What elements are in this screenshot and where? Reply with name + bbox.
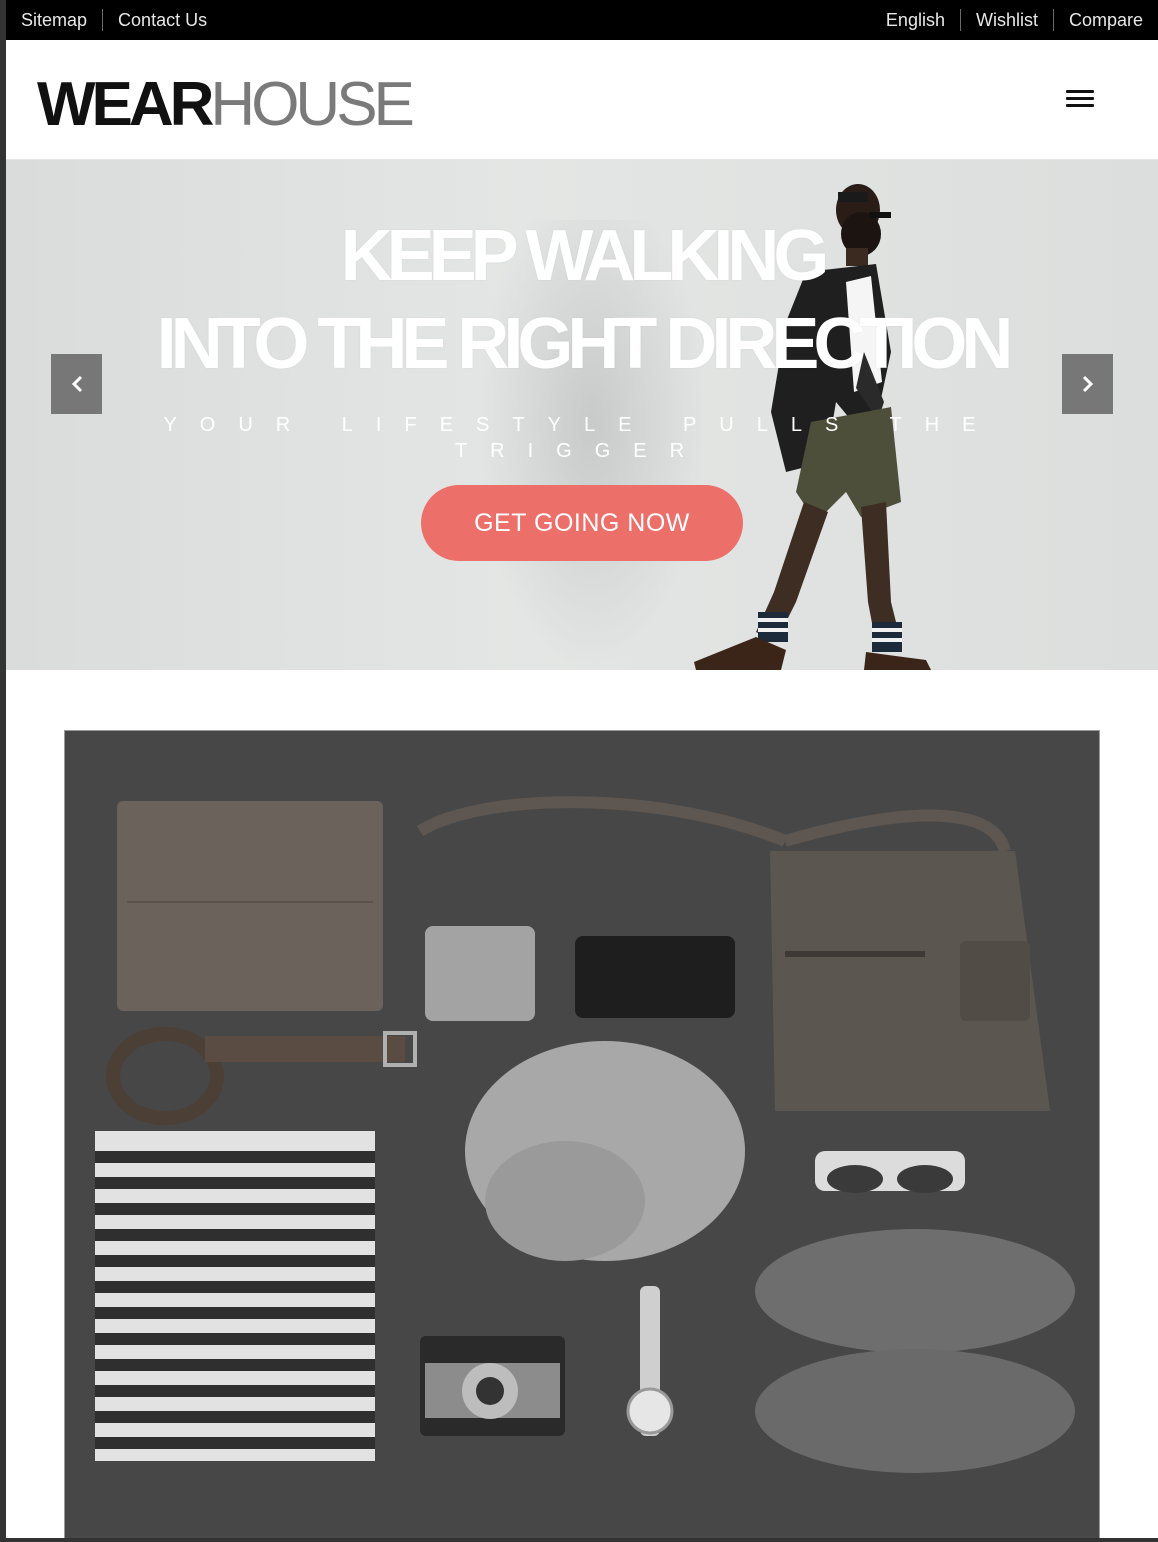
get-going-now-button[interactable]: GET GOING NOW bbox=[421, 485, 743, 561]
top-utility-bar: Sitemap Contact Us English Wishlist Comp… bbox=[6, 0, 1158, 40]
page: Sitemap Contact Us English Wishlist Comp… bbox=[6, 0, 1158, 1542]
hamburger-bar bbox=[1066, 104, 1094, 107]
boot-top bbox=[755, 1229, 1075, 1353]
sitemap-link[interactable]: Sitemap bbox=[6, 9, 102, 31]
topbar-right-links: English Wishlist Compare bbox=[871, 0, 1158, 40]
smartphone bbox=[575, 936, 735, 1018]
logo-light-text: HOUSE bbox=[210, 70, 414, 139]
striped-shirt bbox=[95, 1131, 375, 1461]
cloth-pouch bbox=[425, 926, 535, 1021]
site-logo[interactable]: WEARHOUSE bbox=[37, 74, 415, 136]
site-header: WEARHOUSE bbox=[6, 40, 1158, 160]
hero-headline-line-1: KEEP WALKING bbox=[340, 216, 830, 296]
topbar-left-links: Sitemap Contact Us bbox=[6, 0, 222, 40]
slider-next-button[interactable] bbox=[1062, 354, 1113, 414]
logo-bold-text: WEAR bbox=[37, 70, 214, 139]
hero-headline-line-2: INTO THE RIGHT DIRECTION bbox=[156, 304, 1014, 384]
hamburger-bar bbox=[1066, 90, 1094, 93]
leather-folio bbox=[117, 801, 383, 1011]
hamburger-menu-icon[interactable] bbox=[1066, 88, 1094, 110]
wrist-watch bbox=[626, 1387, 674, 1435]
compare-link[interactable]: Compare bbox=[1054, 9, 1158, 31]
hamburger-bar bbox=[1066, 97, 1094, 100]
chevron-left-icon bbox=[71, 375, 82, 393]
hero-slider: KEEP WALKING INTO THE RIGHT DIRECTION YO… bbox=[6, 160, 1158, 670]
wishlist-link[interactable]: Wishlist bbox=[961, 9, 1053, 31]
accessories-flatlay-image[interactable] bbox=[64, 730, 1100, 1542]
bottom-edge bbox=[6, 1538, 1158, 1542]
boot-bottom bbox=[755, 1349, 1075, 1473]
contact-us-link[interactable]: Contact Us bbox=[103, 9, 222, 31]
hero-tagline: YOUR LIFESTYLE PULLS THE TRIGGER bbox=[163, 414, 999, 462]
language-selector[interactable]: English bbox=[871, 9, 960, 31]
chevron-right-icon bbox=[1082, 375, 1093, 393]
slider-prev-button[interactable] bbox=[51, 354, 102, 414]
